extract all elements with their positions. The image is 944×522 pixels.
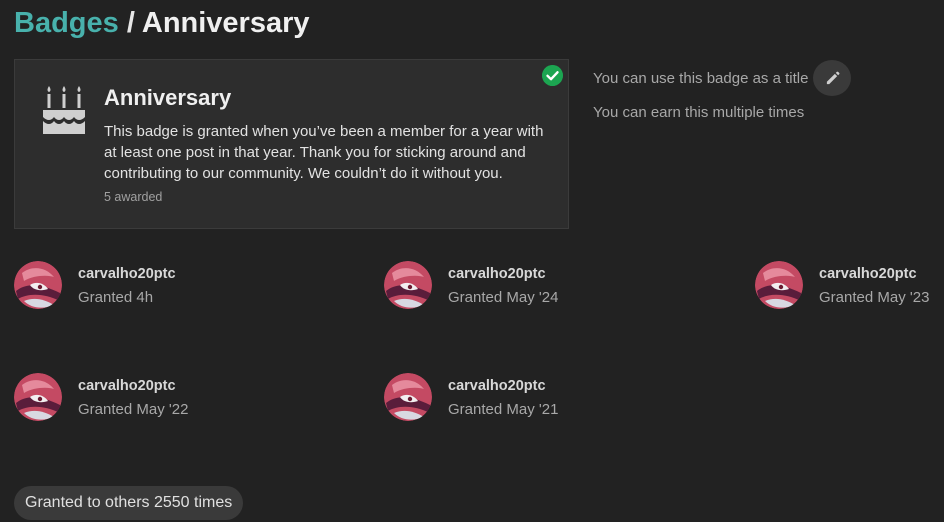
badge-card: Anniversary This badge is granted when y… <box>14 59 569 229</box>
grant-date: Granted May '22 <box>78 401 189 418</box>
user-avatar[interactable] <box>384 373 432 421</box>
breadcrumb-separator: / <box>118 7 142 39</box>
grant-username[interactable]: carvalho20ptc <box>78 377 188 395</box>
grant-date: Granted May '24 <box>448 289 559 306</box>
badge-page: Badges / Anniversary Anniversary This ba… <box>0 0 944 522</box>
grant-item: carvalho20ptc Granted May '24 <box>384 261 558 309</box>
multiple-note: You can earn this multiple times <box>593 103 805 121</box>
badge-description: This badge is granted when you’ve been a… <box>104 123 544 182</box>
grant-username[interactable]: carvalho20ptc <box>448 377 558 395</box>
grant-date: Granted 4h <box>78 289 154 306</box>
earned-check-icon <box>542 65 563 86</box>
grant-username[interactable]: carvalho20ptc <box>78 265 176 283</box>
user-avatar[interactable] <box>755 261 803 309</box>
grant-username[interactable]: carvalho20ptc <box>819 265 929 283</box>
badge-awarded-count: 5 awarded <box>104 190 163 204</box>
breadcrumb-current: Anniversary <box>141 7 310 39</box>
title-note: You can use this badge as a title <box>593 69 809 87</box>
granted-to-others-button[interactable]: Granted to others 2550 times <box>14 486 244 520</box>
badge-name: Anniversary <box>104 85 232 110</box>
breadcrumb-badges-link[interactable]: Badges <box>14 7 119 39</box>
page-title: Badges / Anniversary <box>14 5 310 41</box>
user-avatar[interactable] <box>14 261 62 309</box>
grant-date: Granted May '23 <box>819 289 930 306</box>
grant-username[interactable]: carvalho20ptc <box>448 265 558 283</box>
badge-side-info: You can use this badge as a title You ca… <box>593 60 852 122</box>
title-note-row: You can use this badge as a title <box>593 60 852 96</box>
grant-item: carvalho20ptc Granted May '23 <box>755 261 929 309</box>
grant-item: carvalho20ptc Granted May '21 <box>384 373 558 421</box>
grant-item: carvalho20ptc Granted 4h <box>14 261 176 309</box>
grant-date: Granted May '21 <box>448 401 559 418</box>
birthday-cake-icon <box>43 86 85 134</box>
grant-item: carvalho20ptc Granted May '22 <box>14 373 188 421</box>
edit-title-button[interactable] <box>813 60 852 96</box>
pencil-icon <box>826 71 840 84</box>
user-avatar[interactable] <box>14 373 62 421</box>
user-avatar[interactable] <box>384 261 432 309</box>
